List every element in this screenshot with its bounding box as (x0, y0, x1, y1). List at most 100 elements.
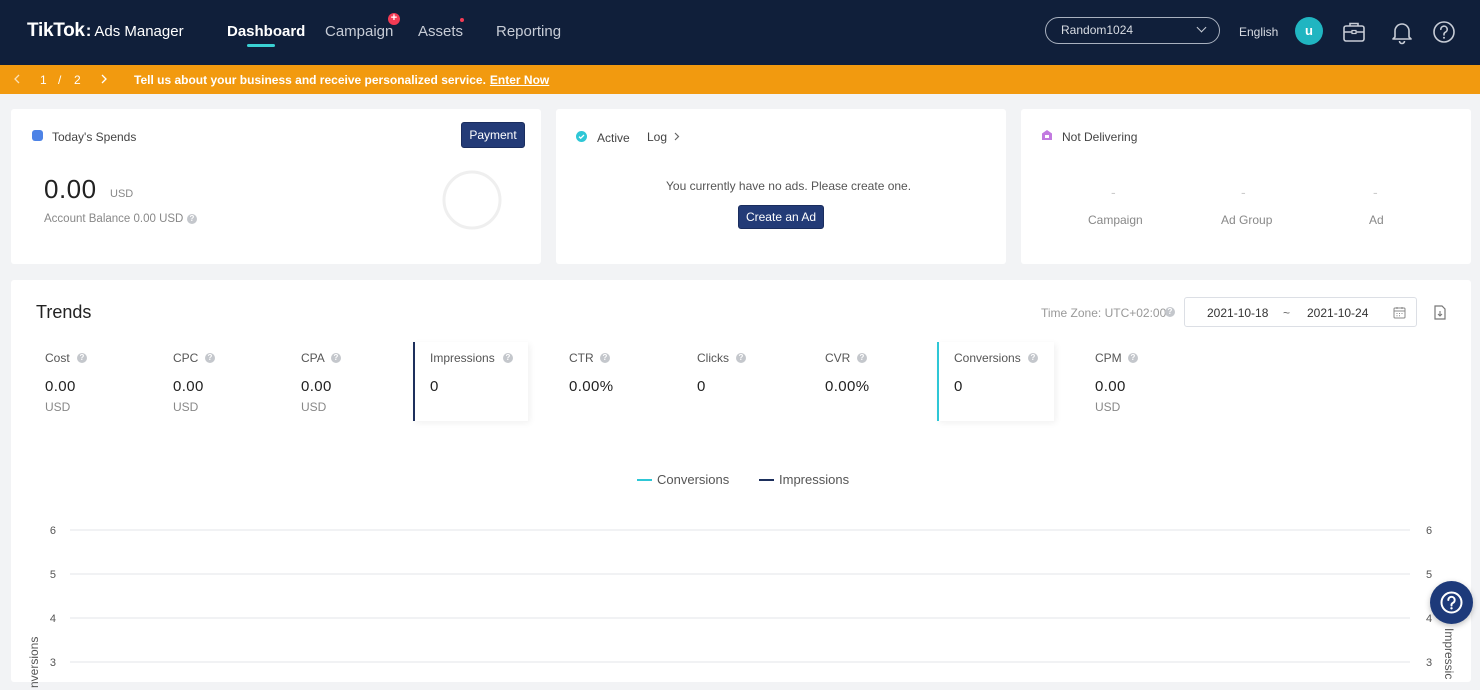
not-delivering-title: Not Delivering (1062, 130, 1138, 144)
metric-cpc[interactable]: CPC ? 0.00 USD (173, 342, 283, 421)
spends-title: Today's Spends (52, 130, 137, 144)
ad-count: - (1373, 184, 1378, 200)
metric-value: 0.00% (569, 378, 614, 395)
metric-conversions[interactable]: Conversions ? 0 (937, 342, 1054, 421)
metric-unit: USD (1095, 400, 1121, 414)
payment-button[interactable]: Payment (461, 122, 525, 148)
metric-impressions[interactable]: Impressions ? 0 (413, 342, 528, 421)
metric-help-icon[interactable]: ? (600, 353, 610, 363)
not-delivering-card: Not Delivering - Campaign - Ad Group - A… (1021, 109, 1471, 264)
tab-reporting[interactable]: Reporting (496, 23, 561, 40)
legend-label: Conversions (657, 472, 730, 487)
account-selector[interactable]: Random1024 (1045, 17, 1220, 44)
y-tick-left-6: 6 (50, 525, 56, 537)
metric-help-icon[interactable]: ? (736, 353, 746, 363)
tab-dashboard[interactable]: Dashboard (227, 23, 306, 47)
chevron-right-icon[interactable] (100, 74, 108, 84)
tiktok-ads-manager-logo[interactable]: TikTok : Ads Manager (27, 20, 184, 42)
chevron-left-icon[interactable] (13, 74, 21, 84)
campaign-count: - (1111, 184, 1116, 200)
language-selector[interactable]: English (1239, 25, 1278, 39)
metric-help-icon[interactable]: ? (1028, 353, 1038, 363)
legend-conversions[interactable]: Conversions (637, 472, 729, 487)
metric-clicks[interactable]: Clicks ? 0 (697, 342, 807, 421)
adgroup-count: - (1241, 184, 1246, 200)
tab-campaign-label: Campaign (325, 23, 394, 40)
export-icon[interactable] (1433, 305, 1447, 320)
create-ad-button[interactable]: Create an Ad (738, 205, 824, 229)
y-axis-label-right: Impressic (1442, 628, 1456, 679)
logo-colon: : (85, 21, 92, 40)
account-balance: Account Balance 0.00 USD (44, 213, 184, 225)
tab-dashboard-label: Dashboard (227, 23, 306, 40)
campaign-label: Campaign (1088, 213, 1143, 227)
banner-total-pages: 2 (74, 73, 81, 87)
banner-message: Tell us about your business and receive … (134, 73, 549, 87)
metric-unit: USD (173, 400, 199, 414)
y-tick-left-4: 4 (50, 613, 56, 625)
timezone-help-icon[interactable]: ? (1165, 307, 1175, 317)
metric-value: 0.00 (173, 378, 204, 395)
metric-value: 0 (430, 378, 439, 395)
metric-value: 0.00 (301, 378, 332, 395)
date-end: 2021-10-24 (1307, 306, 1369, 320)
trends-chart: 65436543nversions Impressic (27, 525, 1456, 688)
help-circle-icon (1440, 591, 1463, 614)
metric-help-icon[interactable]: ? (205, 353, 215, 363)
metric-label: CPM (1095, 351, 1122, 365)
help-circle-icon[interactable] (1431, 19, 1457, 45)
spends-icon (32, 130, 43, 141)
y-tick-right-6: 6 (1426, 525, 1432, 537)
adgroup-label: Ad Group (1221, 213, 1273, 227)
logo-product: Ads Manager (94, 23, 184, 40)
active-title: Active (597, 131, 630, 145)
metric-label: CPA (301, 351, 325, 365)
account-name: Random1024 (1061, 23, 1134, 37)
metric-value: 0.00 (45, 378, 76, 395)
date-range-picker[interactable]: 2021-10-18 ~ 2021-10-24 (1184, 297, 1417, 327)
enter-now-link[interactable]: Enter Now (490, 73, 549, 87)
y-tick-left-5: 5 (50, 569, 56, 581)
metric-label: CTR (569, 351, 594, 365)
y-axis-label-left: nversions (27, 637, 41, 688)
no-ads-message: You currently have no ads. Please create… (666, 179, 912, 193)
date-range-separator: ~ (1283, 306, 1291, 320)
metric-ctr[interactable]: CTR ? 0.00% (569, 342, 679, 421)
tab-campaign[interactable]: Campaign + (325, 13, 400, 40)
metric-cost[interactable]: Cost ? 0.00 USD (45, 342, 155, 421)
legend-label: Impressions (779, 472, 850, 487)
floating-help-button[interactable] (1430, 581, 1473, 624)
metric-label: CPC (173, 351, 199, 365)
trends-title: Trends (36, 302, 92, 322)
metric-label: Conversions (954, 351, 1021, 365)
metric-cvr[interactable]: CVR ? 0.00% (825, 342, 935, 421)
todays-spends-card: Today's Spends Payment 0.00 USD Account … (11, 109, 541, 264)
tab-assets-label: Assets (418, 23, 464, 40)
tab-assets[interactable]: Assets (418, 18, 464, 40)
legend-swatch (759, 478, 774, 481)
metric-value: 0 (697, 378, 706, 395)
calendar-icon (1393, 307, 1406, 319)
ad-label: Ad (1369, 213, 1384, 227)
y-tick-left-3: 3 (50, 657, 56, 669)
metric-cpa[interactable]: CPA ? 0.00 USD (301, 342, 411, 421)
banner-message-text: Tell us about your business and receive … (134, 73, 486, 87)
bell-icon[interactable] (1389, 19, 1415, 45)
metric-help-icon[interactable]: ? (1128, 353, 1138, 363)
metric-help-icon[interactable]: ? (77, 353, 87, 363)
metric-cpm[interactable]: CPM ? 0.00 USD (1095, 342, 1205, 421)
banner-current-page: 1 (40, 73, 47, 87)
legend-impressions[interactable]: Impressions (759, 472, 849, 487)
metric-unit: USD (301, 400, 327, 414)
metric-label: Impressions (430, 351, 495, 365)
metric-label: Clicks (697, 351, 729, 365)
briefcase-icon[interactable] (1341, 19, 1367, 45)
user-avatar[interactable]: u (1295, 17, 1323, 45)
metric-help-icon[interactable]: ? (503, 353, 513, 363)
metric-help-icon[interactable]: ? (857, 353, 867, 363)
log-link[interactable]: Log (647, 130, 680, 144)
logo-brand: TikTok (27, 20, 85, 41)
metric-help-icon[interactable]: ? (331, 353, 341, 363)
spends-amount: 0.00 (44, 174, 97, 204)
balance-help-icon[interactable]: ? (187, 214, 197, 224)
